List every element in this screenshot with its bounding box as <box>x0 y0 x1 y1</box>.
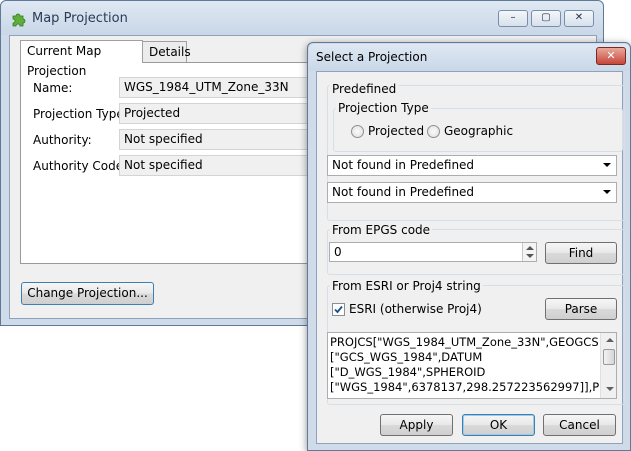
projection-type-field[interactable]: Projected <box>119 103 319 124</box>
projection-string-textarea[interactable]: PROJCS["WGS_1984_UTM_Zone_33N",GEOGCS ["… <box>327 332 617 399</box>
epsg-spinner[interactable] <box>522 243 536 261</box>
name-label: Name: <box>33 81 73 95</box>
apply-button-label: Apply <box>399 418 434 432</box>
ok-button[interactable]: OK <box>462 414 535 436</box>
main-window-title: Map Projection <box>32 11 128 26</box>
authority-code-value: Not specified <box>124 158 203 172</box>
change-projection-button[interactable]: Change Projection... <box>21 282 154 305</box>
textarea-line: ["GCS_WGS_1984",DATUM <box>330 350 483 364</box>
authority-field[interactable]: Not specified <box>119 129 319 150</box>
authority-code-field[interactable]: Not specified <box>119 155 319 176</box>
close-button[interactable]: ✕ <box>564 10 594 27</box>
tab-details[interactable]: Details <box>142 41 191 63</box>
ok-button-label: OK <box>489 418 508 432</box>
projection-type-value: Projected <box>124 106 181 120</box>
epsg-code-value: 0 <box>334 245 342 259</box>
scroll-down-icon[interactable] <box>606 387 614 391</box>
parse-button[interactable]: Parse <box>545 298 617 320</box>
geographic-radio[interactable] <box>427 125 440 138</box>
projected-radio[interactable] <box>351 125 364 138</box>
dialog-titlebar[interactable]: Select a Projection ✕ <box>309 44 630 71</box>
close-icon: ✕ <box>606 49 616 62</box>
authority-value: Not specified <box>124 132 203 146</box>
textarea-line: PROJCS["WGS_1984_UTM_Zone_33N",GEOGCS <box>330 335 599 349</box>
textarea-scrollbar[interactable] <box>600 333 616 398</box>
apply-button[interactable]: Apply <box>380 414 453 436</box>
projection-type-group-label: Projection Type <box>336 101 431 115</box>
tab-details-label: Details <box>149 45 191 59</box>
find-button-label: Find <box>568 246 594 260</box>
tab-current-map-projection[interactable]: Current Map Projection <box>20 40 143 78</box>
parse-button-label: Parse <box>564 302 598 316</box>
minimize-icon: – <box>510 12 516 23</box>
scrollbar-thumb[interactable] <box>603 349 615 365</box>
main-titlebar[interactable]: Map Projection – ▢ ✕ <box>1 1 603 35</box>
textarea-line: ["D_WGS_1984",SPHEROID <box>330 365 486 379</box>
predefined-label: Predefined <box>330 82 399 96</box>
esri-checkbox[interactable] <box>332 303 345 316</box>
puzzle-app-icon <box>11 11 27 27</box>
authority-code-label: Authority Code: <box>33 159 128 173</box>
close-icon: ✕ <box>574 12 584 23</box>
scroll-up-icon[interactable] <box>606 338 614 342</box>
projection-type-label: Projection Type: <box>33 107 128 121</box>
dialog-close-button[interactable]: ✕ <box>596 47 626 65</box>
maximize-button[interactable]: ▢ <box>531 10 561 27</box>
textarea-line: ["WGS_1984",6378137,298.257223562997]],P… <box>330 380 600 394</box>
epsg-label: From EPGS code <box>330 223 433 237</box>
name-value: WGS_1984_UTM_Zone_33N <box>124 80 289 94</box>
predefined-category-dropdown[interactable]: Not found in Predefined <box>327 155 617 176</box>
esri-checkbox-label: ESRI (otherwise Proj4) <box>349 302 482 316</box>
change-projection-label: Change Projection... <box>27 286 148 300</box>
maximize-icon: ▢ <box>541 12 551 23</box>
predefined-projection-dropdown[interactable]: Not found in Predefined <box>327 182 617 203</box>
epsg-code-input[interactable]: 0 <box>329 242 537 262</box>
select-projection-dialog: Select a Projection ✕ Predefined Project… <box>307 42 631 451</box>
authority-label: Authority: <box>33 133 92 147</box>
chevron-down-icon <box>603 190 611 194</box>
spin-down-icon[interactable] <box>526 254 534 258</box>
projected-radio-label: Projected <box>368 124 425 138</box>
esri-label: From ESRI or Proj4 string <box>330 279 483 293</box>
chevron-down-icon <box>603 163 611 167</box>
dialog-title: Select a Projection <box>316 50 428 64</box>
geographic-radio-label: Geographic <box>444 124 514 138</box>
cancel-button-label: Cancel <box>559 418 600 432</box>
predefined-projection-value: Not found in Predefined <box>332 185 475 199</box>
name-field[interactable]: WGS_1984_UTM_Zone_33N <box>119 77 319 98</box>
check-icon <box>334 305 343 314</box>
find-button[interactable]: Find <box>545 242 617 264</box>
dialog-body: Predefined Projection Type Projected Geo… <box>316 71 625 444</box>
cancel-button[interactable]: Cancel <box>543 414 616 436</box>
spin-up-icon[interactable] <box>526 246 534 250</box>
minimize-button[interactable]: – <box>498 10 528 27</box>
predefined-category-value: Not found in Predefined <box>332 158 475 172</box>
